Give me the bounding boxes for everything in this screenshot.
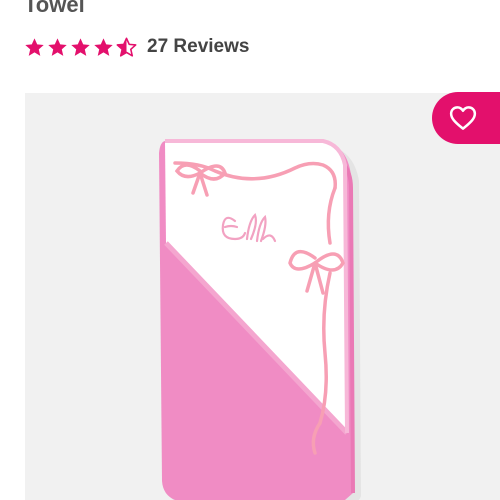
product-title: Towel — [24, 0, 85, 17]
favorite-button[interactable] — [432, 92, 500, 144]
star-rating — [24, 37, 137, 58]
half-star-icon — [116, 37, 137, 57]
heart-icon — [449, 106, 477, 130]
product-image[interactable] — [25, 93, 500, 500]
rating-summary[interactable]: 27 Reviews — [24, 34, 249, 60]
reviews-link[interactable]: 27 Reviews — [147, 36, 249, 58]
star-icon — [48, 37, 67, 56]
star-icon — [94, 37, 113, 56]
star-icon — [25, 37, 44, 56]
star-icon — [71, 37, 90, 56]
towel-illustration — [159, 139, 361, 500]
